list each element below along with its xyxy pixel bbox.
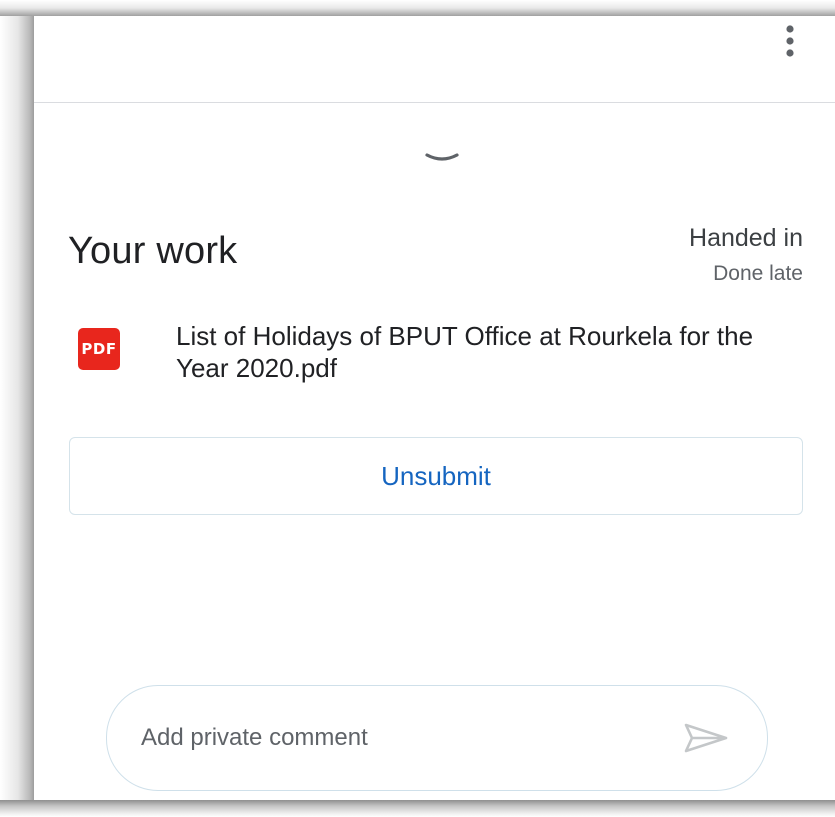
unsubmit-button[interactable]: Unsubmit (69, 437, 803, 515)
status-done-late: Done late (713, 262, 803, 285)
status-handed-in: Handed in (689, 224, 803, 252)
private-comment-input[interactable] (141, 716, 661, 760)
your-work-title: Your work (68, 230, 238, 272)
more-vert-icon[interactable] (782, 22, 798, 62)
attachment-item[interactable]: PDF List of Holidays of BPUT Office at R… (68, 316, 798, 396)
frame-shadow-top (0, 0, 835, 16)
pdf-icon: PDF (78, 328, 120, 370)
pdf-icon-label: PDF (81, 340, 117, 358)
send-icon[interactable] (683, 722, 729, 754)
app-screen: Your work Handed in Done late PDF List o… (34, 16, 835, 800)
frame-shadow-bottom (0, 800, 835, 817)
attachment-file-name: List of Holidays of BPUT Office at Rourk… (176, 321, 754, 383)
top-app-bar (34, 16, 835, 103)
chevron-down-icon[interactable] (424, 150, 460, 166)
private-comment-box[interactable] (106, 685, 768, 791)
frame-shadow-left (0, 0, 34, 817)
screenshot-frame: Your work Handed in Done late PDF List o… (0, 0, 835, 817)
